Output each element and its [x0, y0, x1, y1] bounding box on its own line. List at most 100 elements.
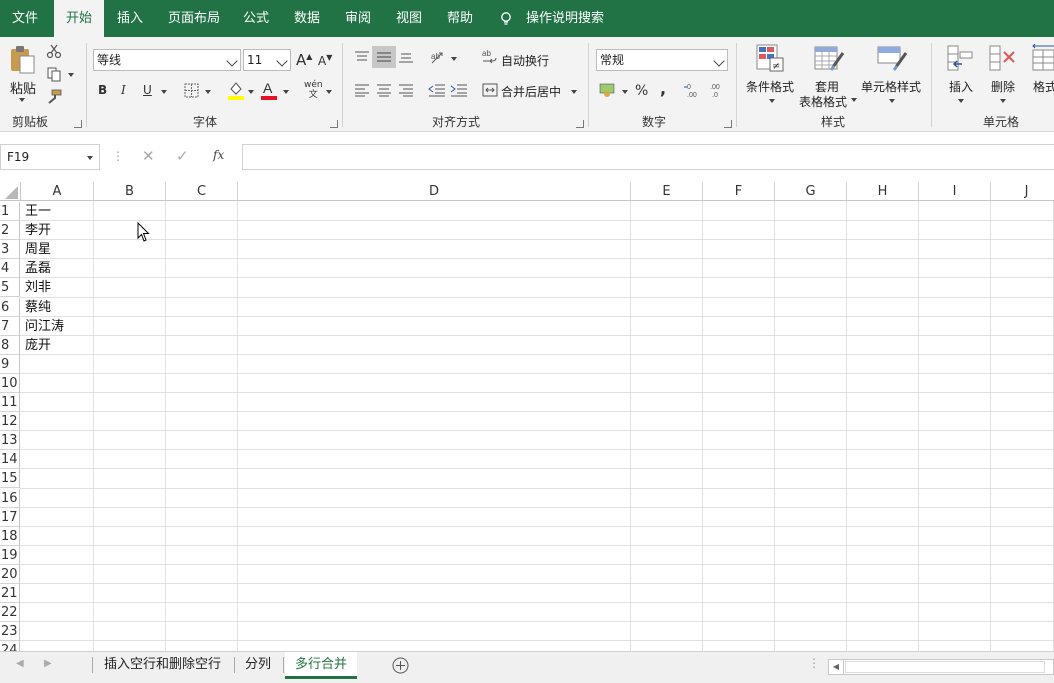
alignment-launcher-icon[interactable]	[576, 120, 584, 128]
cell-styles-icon[interactable]	[876, 43, 908, 73]
row-header[interactable]: 24	[0, 641, 20, 651]
underline-button[interactable]: U	[143, 83, 152, 97]
tab-help[interactable]: 帮助	[435, 0, 485, 37]
tab-file[interactable]: 文件	[0, 0, 50, 37]
percent-button[interactable]: %	[635, 83, 648, 99]
grow-font-button[interactable]: A▲	[296, 51, 312, 69]
align-right-icon[interactable]	[398, 83, 414, 97]
cell-a8[interactable]: 庞开	[21, 336, 51, 355]
cell-a2[interactable]: 李开	[21, 221, 51, 240]
shrink-font-button[interactable]: A▼	[318, 53, 332, 68]
cell-a5[interactable]: 刘非	[21, 278, 51, 297]
column-header-j[interactable]: J	[991, 182, 1054, 201]
row-header[interactable]: 8	[0, 336, 20, 355]
paste-dropdown-icon[interactable]	[19, 98, 25, 102]
horizontal-scrollbar[interactable]: ◀	[828, 659, 1054, 675]
wrap-text-icon[interactable]: ab	[482, 48, 498, 66]
row-header[interactable]: 14	[0, 450, 20, 469]
fill-color-dropdown-icon[interactable]	[248, 90, 254, 94]
cell-a1[interactable]: 王一	[21, 202, 51, 221]
column-header-c[interactable]: C	[166, 182, 238, 201]
align-bottom-icon[interactable]	[398, 50, 414, 64]
sheet-tab-insert-delete-blank-rows[interactable]: 插入空行和删除空行	[94, 652, 231, 678]
row-header[interactable]: 21	[0, 584, 20, 603]
orientation-icon[interactable]: ab	[430, 49, 450, 65]
fill-color-icon[interactable]	[227, 80, 245, 100]
format-painter-icon[interactable]	[46, 89, 62, 105]
tab-splitter-icon[interactable]: ⋮	[808, 656, 820, 670]
chevron-down-icon[interactable]	[276, 55, 288, 67]
row-header[interactable]: 7	[0, 317, 20, 336]
format-as-table-line2[interactable]: 表格格式	[799, 93, 847, 110]
insert-dropdown-icon[interactable]	[958, 99, 964, 103]
column-header-f[interactable]: F	[703, 182, 775, 201]
row-header[interactable]: 10	[0, 374, 20, 393]
tab-formulas[interactable]: 公式	[231, 0, 281, 37]
format-cells-icon[interactable]	[1031, 44, 1054, 72]
tell-me-search[interactable]: 操作说明搜索	[514, 0, 616, 37]
row-header[interactable]: 23	[0, 622, 20, 641]
worksheet-grid[interactable]: A B C D E F G H I J 1 2 3 4 5 6 7 8 9 10 11 12 13 14 1…	[0, 182, 1054, 651]
wrap-text-button[interactable]: 自动换行	[501, 52, 549, 69]
delete-cells-button[interactable]: 删除	[991, 78, 1015, 95]
cell-a7[interactable]: 问江涛	[21, 317, 64, 336]
delete-dropdown-icon[interactable]	[1000, 99, 1006, 103]
cell-a3[interactable]: 周星	[21, 240, 51, 259]
scroll-left-icon[interactable]: ◀	[16, 658, 24, 669]
clipboard-launcher-icon[interactable]	[74, 120, 82, 128]
paste-label[interactable]: 粘贴	[10, 78, 36, 97]
row-header[interactable]: 4	[0, 259, 20, 278]
chevron-down-icon[interactable]	[226, 55, 238, 67]
conditional-formatting-icon[interactable]: ≠	[755, 43, 785, 73]
sheet-tab-merge-rows[interactable]: 多行合并	[285, 652, 358, 679]
font-launcher-icon[interactable]	[330, 120, 338, 128]
row-header[interactable]: 12	[0, 412, 20, 431]
insert-cells-icon[interactable]	[946, 44, 974, 72]
column-header-g[interactable]: G	[775, 182, 847, 201]
font-name-combo[interactable]: 等线	[93, 49, 241, 71]
font-color-dropdown-icon[interactable]	[283, 90, 289, 94]
column-header-a[interactable]: A	[21, 182, 94, 201]
number-format-combo[interactable]: 常规	[596, 49, 728, 71]
copy-icon[interactable]	[46, 66, 62, 82]
copy-dropdown-icon[interactable]	[68, 73, 74, 77]
orientation-dropdown-icon[interactable]	[451, 57, 457, 61]
increase-indent-icon[interactable]	[450, 83, 468, 97]
row-header[interactable]: 16	[0, 489, 20, 508]
row-header[interactable]: 3	[0, 240, 20, 259]
accounting-format-icon[interactable]	[599, 82, 617, 98]
align-left-icon[interactable]	[354, 83, 370, 97]
comma-button[interactable]: ,	[660, 79, 666, 98]
row-header[interactable]: 22	[0, 603, 20, 622]
row-header[interactable]: 11	[0, 393, 20, 412]
align-top-icon[interactable]	[354, 50, 370, 64]
scroll-right-icon[interactable]: ▶	[44, 658, 52, 669]
format-as-table-icon[interactable]	[813, 43, 845, 73]
more-options-icon[interactable]: ⋮	[112, 149, 124, 163]
scrollbar-thumb[interactable]	[845, 661, 1045, 673]
tab-insert[interactable]: 插入	[105, 0, 155, 37]
sheet-tab-split-columns[interactable]: 分列	[235, 652, 281, 678]
name-box-dropdown-icon[interactable]	[87, 156, 93, 160]
decrease-decimal-icon[interactable]: .00.0	[707, 82, 725, 98]
font-size-combo[interactable]: 11	[243, 49, 291, 71]
cell-a4[interactable]: 孟磊	[21, 259, 51, 278]
cancel-icon[interactable]: ✕	[142, 147, 155, 165]
accounting-dropdown-icon[interactable]	[622, 90, 628, 94]
column-header-h[interactable]: H	[847, 182, 919, 201]
tab-home[interactable]: 开始	[54, 0, 105, 38]
select-all-corner[interactable]	[0, 182, 21, 201]
tab-review[interactable]: 审阅	[333, 0, 383, 37]
italic-button[interactable]: I	[121, 83, 126, 97]
cell-styles-dropdown-icon[interactable]	[889, 99, 895, 103]
chevron-down-icon[interactable]	[713, 55, 725, 67]
cut-icon[interactable]	[46, 43, 62, 59]
enter-icon[interactable]: ✓	[176, 147, 189, 165]
phonetic-button[interactable]: wén 文	[304, 80, 323, 100]
row-header[interactable]: 15	[0, 469, 20, 488]
borders-icon[interactable]	[184, 83, 199, 98]
scroll-left-arrow-icon[interactable]: ◀	[829, 660, 844, 674]
row-header[interactable]: 9	[0, 355, 20, 374]
row-header[interactable]: 5	[0, 278, 20, 297]
format-as-table-dropdown-icon[interactable]	[851, 98, 857, 102]
